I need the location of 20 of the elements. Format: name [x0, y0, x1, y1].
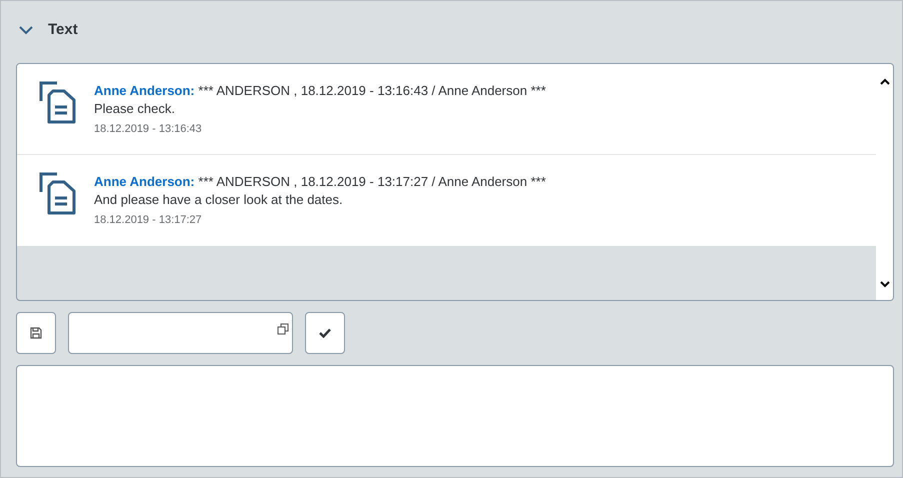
comment-header: *** ANDERSON , 18.12.2019 - 13:17:27 / Anne Anderson *** [198, 174, 546, 189]
section-title: Text [48, 21, 78, 38]
comment-timestamp: 18.12.2019 - 13:16:43 [94, 123, 203, 135]
comment-text: And please have a closer look at the dates. [94, 191, 344, 209]
floppy-disk-icon [30, 327, 42, 339]
comment-text: Please check. [94, 100, 176, 118]
input-field[interactable] [68, 312, 293, 354]
comment-author: Anne Anderson: [94, 174, 195, 189]
document-icon [39, 172, 77, 216]
scroll-down-icon[interactable] [880, 281, 890, 288]
value-help-icon[interactable] [277, 323, 289, 335]
text-area[interactable] [16, 365, 894, 467]
confirm-button[interactable] [305, 312, 345, 354]
comment-header: *** ANDERSON , 18.12.2019 - 13:16:43 / Anne Anderson *** [198, 83, 546, 98]
comment-timestamp: 18.12.2019 - 13:17:27 [94, 214, 203, 226]
comment-author: Anne Anderson: [94, 83, 195, 98]
scroll-up-icon[interactable] [880, 78, 890, 85]
save-button[interactable] [16, 312, 56, 354]
document-icon [39, 81, 77, 125]
checkmark-icon [319, 328, 331, 338]
